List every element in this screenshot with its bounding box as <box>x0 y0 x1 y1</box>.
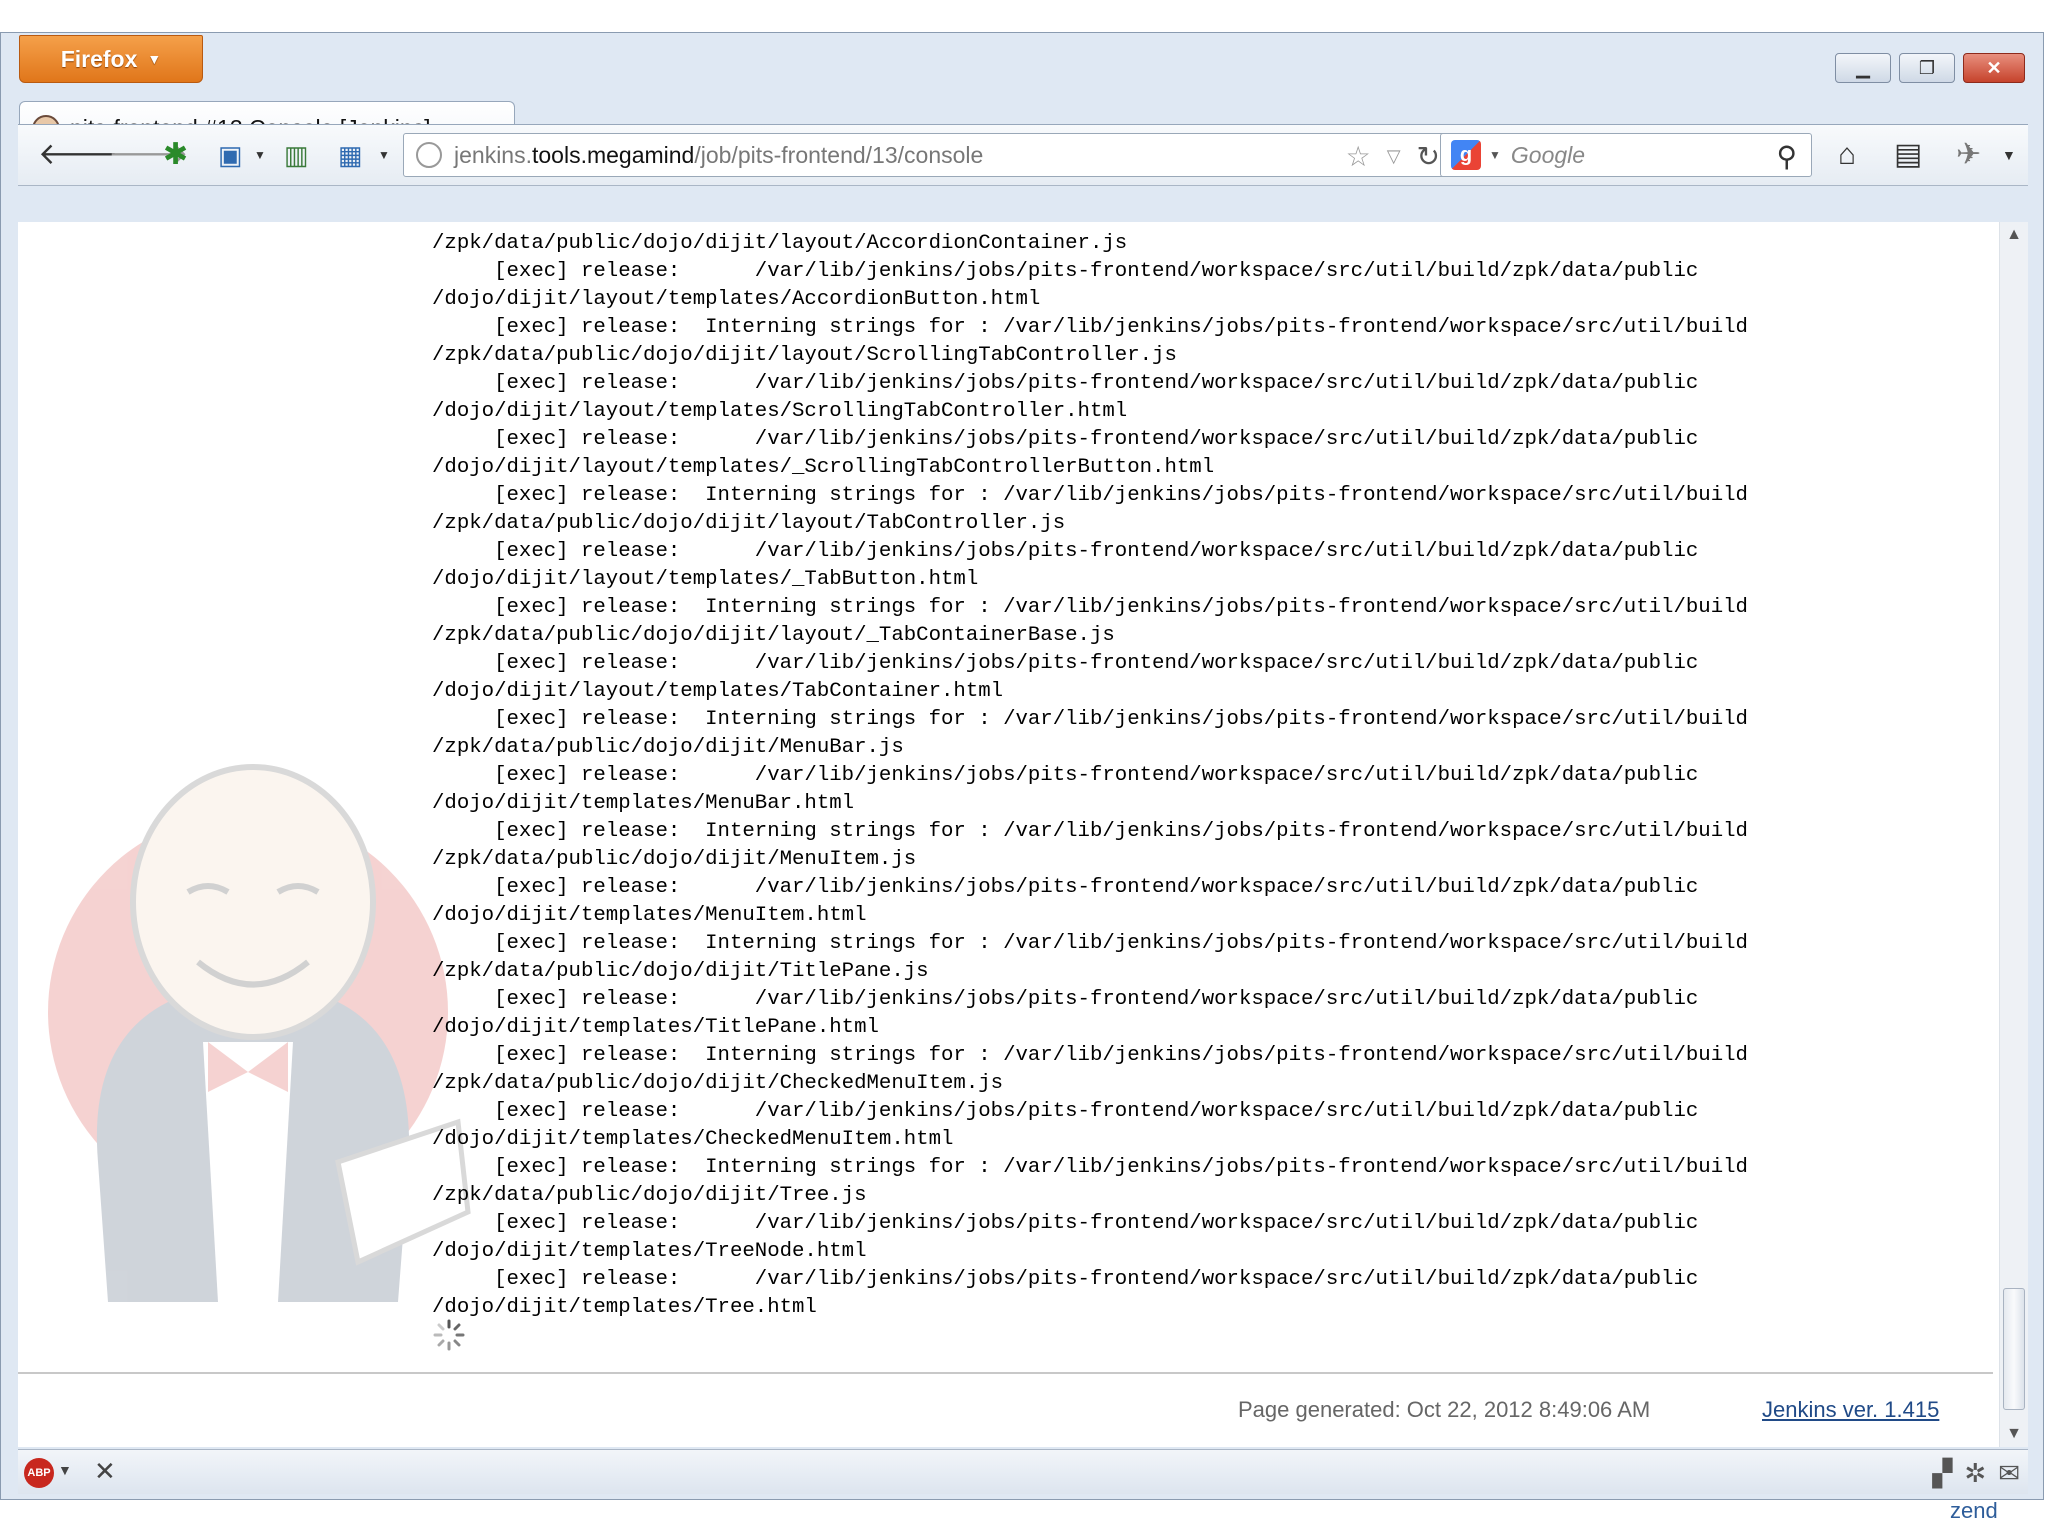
chevron-down-icon[interactable]: ▼ <box>378 139 390 171</box>
console-line: [exec] release: /var/lib/jenkins/jobs/pi… <box>432 876 1699 899</box>
home-icon[interactable]: ⌂ <box>1838 139 1856 171</box>
reload-icon[interactable]: ↻ <box>1417 140 1440 173</box>
url-host: tools.megamind <box>531 141 695 168</box>
console-line: /zpk/data/public/dojo/dijit/layout/TabCo… <box>432 512 1066 535</box>
page-content: /zpk/data/public/dojo/dijit/layout/Accor… <box>18 222 2000 1447</box>
console-line: [exec] release: /var/lib/jenkins/jobs/pi… <box>432 764 1699 787</box>
console-line: /zpk/data/public/dojo/dijit/CheckedMenuI… <box>432 1072 1004 1095</box>
page-generated-text: Page generated: Oct 22, 2012 8:49:06 AM <box>1238 1397 1651 1422</box>
console-line: /dojo/dijit/templates/TitlePane.html <box>432 1016 879 1039</box>
console-line: /zpk/data/public/dojo/dijit/layout/Scrol… <box>432 344 1177 367</box>
console-line: /dojo/dijit/layout/templates/AccordionBu… <box>432 288 1041 311</box>
console-line: [exec] release: Interning strings for : … <box>432 708 1748 731</box>
screenshot-icon[interactable]: ▣ <box>218 139 243 171</box>
zend-watermark: zend <box>1950 1498 1998 1523</box>
console-line: [exec] release: Interning strings for : … <box>432 1156 1748 1179</box>
console-line: [exec] release: /var/lib/jenkins/jobs/pi… <box>432 260 1699 283</box>
firebug-icon[interactable]: ✱ <box>163 139 188 171</box>
close-window-button[interactable]: ✕ <box>1963 53 2025 83</box>
console-line: [exec] release: /var/lib/jenkins/jobs/pi… <box>432 428 1699 451</box>
console-line: /zpk/data/public/dojo/dijit/layout/Accor… <box>432 232 1128 255</box>
mail-icon[interactable]: ✉ <box>1998 1458 2020 1489</box>
adblock-plus-icon[interactable]: ABP <box>24 1458 54 1488</box>
addon-icon[interactable]: ✈ <box>1956 139 1981 171</box>
status-icons: ▞ ✲ ✉ <box>1932 1458 2020 1489</box>
console-line: [exec] release: Interning strings for : … <box>432 484 1748 507</box>
console-line: [exec] release: /var/lib/jenkins/jobs/pi… <box>432 1212 1699 1235</box>
console-line: /zpk/data/public/dojo/dijit/TitlePane.js <box>432 960 929 983</box>
status-bar: ABP ▼ ✕ ▞ ✲ ✉ <box>18 1449 2028 1494</box>
console-line: /dojo/dijit/templates/CheckedMenuItem.ht… <box>432 1128 954 1151</box>
chart-icon[interactable]: ▥ <box>284 139 309 171</box>
console-line: [exec] release: Interning strings for : … <box>432 932 1748 955</box>
close-icon[interactable]: ✕ <box>94 1456 116 1487</box>
url-prefix: jenkins. <box>454 141 532 168</box>
firefox-menu-label: Firefox <box>60 45 138 72</box>
console-line: /dojo/dijit/layout/templates/_ScrollingT… <box>432 456 1215 479</box>
minimize-button[interactable]: ▁ <box>1835 53 1891 83</box>
chevron-down-icon[interactable]: ▼ <box>1489 148 1501 162</box>
scroll-up-arrow-icon[interactable]: ▲ <box>2000 226 2028 244</box>
console-line: /zpk/data/public/dojo/dijit/MenuItem.js <box>432 848 917 871</box>
console-line: /zpk/data/public/dojo/dijit/Tree.js <box>432 1184 867 1207</box>
console-line: /dojo/dijit/layout/templates/ScrollingTa… <box>432 400 1128 423</box>
console-line: [exec] release: Interning strings for : … <box>432 1044 1748 1067</box>
puzzle-icon[interactable]: ✲ <box>1964 1458 1986 1489</box>
console-line: [exec] release: /var/lib/jenkins/jobs/pi… <box>432 372 1699 395</box>
loading-spinner-icon <box>433 1319 465 1351</box>
console-line: [exec] release: Interning strings for : … <box>432 820 1748 843</box>
url-actions: ☆ ▽ ↻ <box>1346 140 1440 173</box>
console-line: [exec] release: /var/lib/jenkins/jobs/pi… <box>432 988 1699 1011</box>
console-line: /dojo/dijit/templates/MenuBar.html <box>432 792 855 815</box>
url-path: /job/pits-frontend/13/console <box>694 141 984 168</box>
console-line: [exec] release: /var/lib/jenkins/jobs/pi… <box>432 1100 1699 1123</box>
console-line: /dojo/dijit/templates/Tree.html <box>432 1296 817 1319</box>
search-placeholder: Google <box>1510 141 1586 168</box>
downloads-icon[interactable]: ▤ <box>1894 139 1922 171</box>
window-controls: ▁ ❐ ✕ <box>1835 53 2025 83</box>
url-bar[interactable]: jenkins. tools.megamind/job/pits-frontend… <box>403 133 1451 177</box>
console-output: /zpk/data/public/dojo/dijit/layout/Accor… <box>432 230 1748 1322</box>
navigation-toolbar: 🡐 🡒 ✱ ▣ ▼ ▥ ▦ ▼ jenkins. tools.megamind/j… <box>18 124 2028 186</box>
scroll-down-arrow-icon[interactable]: ▼ <box>2000 1425 2028 1443</box>
console-line: /dojo/dijit/templates/TreeNode.html <box>432 1240 867 1263</box>
console-line: /dojo/dijit/layout/templates/_TabButton.… <box>432 568 979 591</box>
console-line: /dojo/dijit/templates/MenuItem.html <box>432 904 867 927</box>
chevron-down-icon[interactable]: ▼ <box>254 139 266 171</box>
jenkins-mascot-icon <box>48 764 471 1302</box>
chevron-down-icon[interactable]: ▼ <box>58 1462 72 1478</box>
history-dropdown-icon[interactable]: ▽ <box>1387 140 1401 173</box>
jenkins-version-link[interactable]: Jenkins ver. 1.415 <box>1762 1397 1939 1423</box>
globe-icon <box>416 142 442 168</box>
search-icon[interactable]: ⚲ <box>1776 140 1797 173</box>
console-line: [exec] release: /var/lib/jenkins/jobs/pi… <box>432 540 1699 563</box>
bookmark-star-icon[interactable]: ☆ <box>1346 140 1371 173</box>
title-bar: Firefox ▼ ▁ ❐ ✕ <box>1 33 2043 93</box>
firefox-menu-button[interactable]: Firefox ▼ <box>19 35 203 83</box>
console-line: /zpk/data/public/dojo/dijit/layout/_TabC… <box>432 624 1115 647</box>
google-engine-icon[interactable]: g <box>1451 140 1481 170</box>
chevron-down-icon: ▼ <box>147 51 162 67</box>
search-bar[interactable]: g ▼ Google ⚲ <box>1440 133 1812 177</box>
console-line: [exec] release: /var/lib/jenkins/jobs/pi… <box>432 1268 1699 1291</box>
back-arrow-icon[interactable]: 🡐 <box>38 139 118 171</box>
window-layout-icon[interactable]: ▞ <box>1932 1458 1952 1489</box>
chevron-down-icon[interactable]: ▼ <box>2002 139 2016 171</box>
console-line: [exec] release: Interning strings for : … <box>432 316 1748 339</box>
maximize-button[interactable]: ❐ <box>1899 53 1955 83</box>
scrollbar-thumb[interactable] <box>2003 1288 2025 1410</box>
console-line: [exec] release: /var/lib/jenkins/jobs/pi… <box>432 652 1699 675</box>
footer-divider <box>18 1372 1993 1374</box>
vertical-scrollbar[interactable]: ▲ ▼ <box>1999 222 2028 1447</box>
table-icon[interactable]: ▦ <box>338 139 363 171</box>
console-line: /zpk/data/public/dojo/dijit/MenuBar.js <box>432 736 904 759</box>
console-line: /dojo/dijit/layout/templates/TabContaine… <box>432 680 1004 703</box>
console-line: [exec] release: Interning strings for : … <box>432 596 1748 619</box>
